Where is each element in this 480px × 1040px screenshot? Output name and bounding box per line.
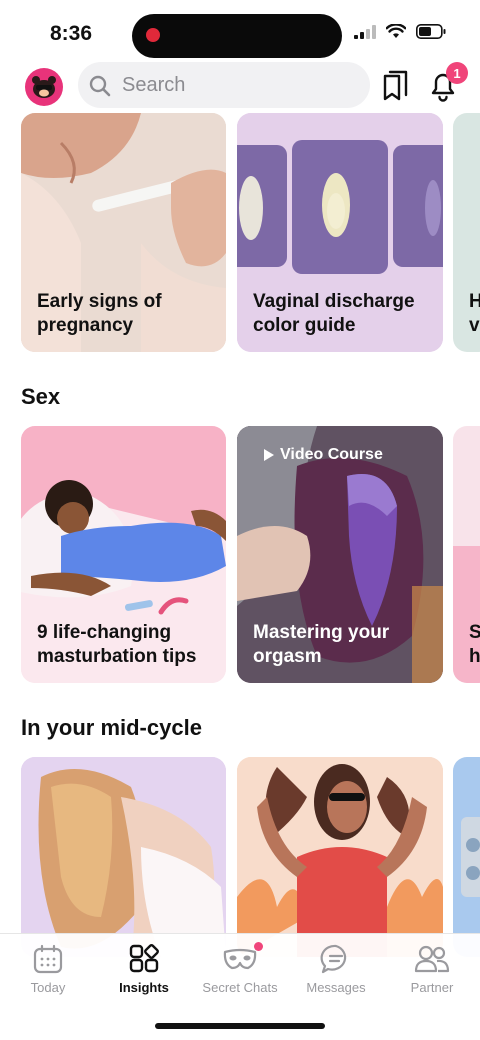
section-title-sex: Sex [21, 384, 61, 409]
article-card-mid-cycle-2[interactable] [237, 757, 443, 957]
status-bar: 8:36 [0, 0, 480, 62]
video-course-badge: Video Course [263, 446, 383, 464]
tab-label: Insights [119, 980, 169, 995]
bookmarks-icon[interactable] [382, 70, 410, 102]
card-title: Vaginal discharge color guide [253, 291, 415, 336]
avatar[interactable] [25, 68, 63, 106]
video-course-card-orgasm[interactable]: Video Course Mastering your orgasm [237, 426, 443, 683]
search-icon [89, 75, 111, 97]
card-title: H v [469, 291, 480, 336]
status-time: 8:36 [50, 22, 93, 45]
tab-label: Messages [306, 980, 366, 995]
tab-label: Secret Chats [202, 980, 278, 995]
tab-today[interactable]: Today [0, 944, 96, 995]
tab-partner[interactable]: Partner [384, 944, 480, 995]
unread-dot-icon [254, 942, 263, 951]
video-course-label: Video Course [280, 446, 383, 463]
tab-insights[interactable]: Insights [96, 944, 192, 995]
search-input[interactable] [122, 62, 362, 108]
grid-icon [129, 944, 159, 973]
card-title: S h [469, 622, 480, 667]
calendar-icon [33, 944, 63, 974]
article-card-mid-cycle-1[interactable] [21, 757, 226, 957]
signal-icon [354, 24, 376, 39]
section-title-mid-cycle: In your mid-cycle [21, 715, 202, 740]
article-card-partial[interactable]: S h [453, 426, 480, 683]
play-icon [264, 449, 274, 461]
mask-icon [223, 948, 257, 970]
notification-badge: 1 [446, 62, 468, 84]
woman-back-illustration [21, 757, 226, 957]
battery-icon [416, 24, 446, 39]
card-title: Early signs of pregnancy [37, 291, 162, 336]
status-icons [354, 24, 446, 39]
card-title: Mastering your orgasm [253, 622, 390, 667]
tab-label: Partner [410, 980, 454, 995]
article-card-partial[interactable] [453, 757, 480, 957]
article-card-discharge[interactable]: Vaginal discharge color guide [237, 113, 443, 352]
tab-secret-chats[interactable]: Secret Chats [192, 942, 288, 995]
dynamic-island [132, 14, 342, 58]
article-card-early-signs[interactable]: Early signs of pregnancy [21, 113, 226, 352]
woman-arms-up-illustration [237, 757, 443, 957]
chat-icon [320, 944, 347, 974]
top-header: 1 [0, 62, 480, 114]
tab-messages[interactable]: Messages [288, 944, 384, 995]
card-title: 9 life-changing masturbation tips [37, 622, 197, 667]
bear-avatar-icon [32, 76, 56, 98]
recording-dot-icon [146, 28, 160, 42]
pill-pack-illustration [461, 817, 480, 897]
wifi-icon [386, 24, 406, 38]
tab-label: Today [30, 980, 66, 995]
article-card-masturbation[interactable]: 9 life-changing masturbation tips [21, 426, 226, 683]
home-indicator[interactable] [155, 1023, 325, 1029]
search-bar[interactable] [78, 62, 370, 108]
article-card-partial[interactable]: H v [453, 113, 480, 352]
people-icon [414, 945, 450, 973]
